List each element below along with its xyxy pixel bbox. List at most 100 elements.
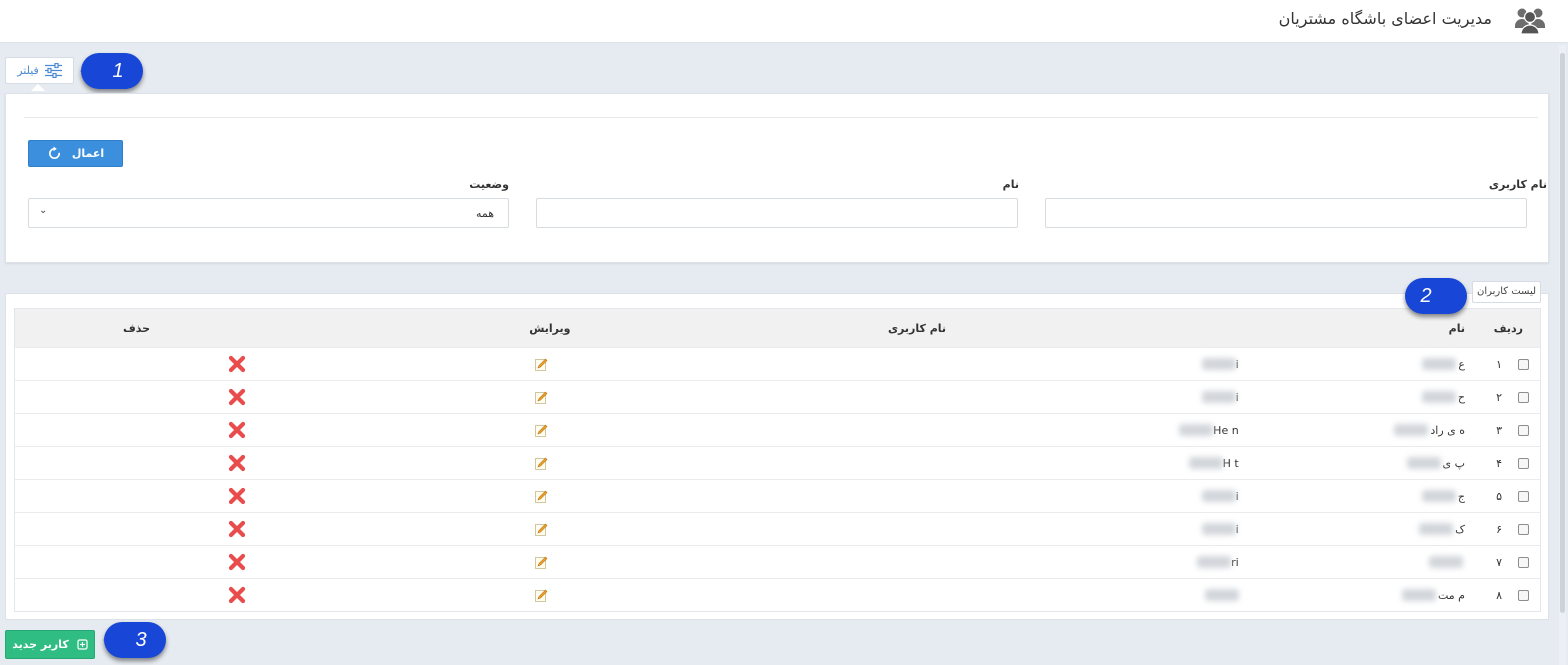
row-checkbox[interactable] bbox=[1518, 523, 1529, 535]
column-header-edit: ویرایش bbox=[529, 322, 571, 335]
edit-cell bbox=[418, 381, 822, 414]
apply-label: اعمال bbox=[71, 147, 105, 160]
delete-icon[interactable] bbox=[228, 520, 246, 538]
delete-cell bbox=[15, 381, 419, 414]
name-index-cell: ع ۱ bbox=[1241, 348, 1541, 381]
row-checkbox[interactable] bbox=[1518, 457, 1529, 469]
users-list-panel: حذف ویرایش نام کاربری نام ردیف i ع ۱ i ح… bbox=[5, 293, 1549, 620]
refresh-icon bbox=[48, 146, 60, 159]
row-index: ۵ bbox=[1496, 489, 1502, 503]
column-header-name: نام bbox=[1448, 322, 1465, 335]
callout-marker: 1 bbox=[80, 53, 143, 89]
row-checkbox[interactable] bbox=[1518, 358, 1529, 370]
users-list-tab: لیست کاربران bbox=[1472, 281, 1541, 303]
table-row: i ج ۵ bbox=[14, 479, 1541, 513]
edit-icon[interactable] bbox=[535, 589, 548, 602]
edit-cell bbox=[418, 348, 822, 381]
name-value: ع bbox=[1458, 357, 1465, 371]
edit-cell bbox=[418, 513, 822, 546]
name-filter-label: نام bbox=[1002, 178, 1019, 191]
delete-icon[interactable] bbox=[228, 355, 246, 373]
name-value: پ ی bbox=[1442, 456, 1465, 470]
table-row: م مت ۸ bbox=[14, 578, 1541, 612]
delete-cell bbox=[15, 579, 419, 612]
username-cell: i bbox=[822, 348, 1241, 381]
row-index: ۱ bbox=[1496, 357, 1502, 371]
column-header-name-row: نام ردیف bbox=[1241, 309, 1541, 348]
row-checkbox[interactable] bbox=[1518, 556, 1529, 568]
edit-icon[interactable] bbox=[535, 490, 548, 503]
delete-icon[interactable] bbox=[228, 388, 246, 406]
username-value: i bbox=[1235, 489, 1239, 503]
column-header-username: نام کاربری bbox=[887, 322, 947, 335]
status-select-value: همه bbox=[475, 207, 494, 220]
status-filter-label: وضعیت bbox=[469, 178, 509, 191]
username-cell: i bbox=[822, 513, 1241, 546]
row-index: ۳ bbox=[1496, 423, 1502, 437]
top-bar: مدیریت اعضای باشگاه مشتریان bbox=[0, 0, 1568, 43]
delete-icon[interactable] bbox=[228, 586, 246, 604]
status-select[interactable]: همه ⌄ bbox=[28, 198, 509, 228]
table-row: He n ه ی راد ۳ bbox=[14, 413, 1541, 447]
filter-tab-label: فیلتر bbox=[17, 64, 39, 77]
edit-cell bbox=[418, 480, 822, 513]
callout-marker: 3 bbox=[103, 622, 166, 658]
users-icon bbox=[1515, 8, 1545, 35]
delete-icon[interactable] bbox=[228, 553, 246, 571]
row-checkbox[interactable] bbox=[1518, 424, 1529, 436]
table-row: i ع ۱ bbox=[14, 347, 1541, 381]
edit-cell bbox=[418, 546, 822, 579]
delete-icon[interactable] bbox=[228, 454, 246, 472]
apply-button[interactable]: اعمال bbox=[28, 140, 123, 167]
username-value: i bbox=[1235, 357, 1239, 371]
name-value: ک bbox=[1455, 522, 1465, 536]
column-header-delete: حذف bbox=[123, 322, 151, 335]
name-index-cell: ه ی راد ۳ bbox=[1241, 414, 1541, 447]
edit-icon[interactable] bbox=[535, 556, 548, 569]
page-title: مدیریت اعضای باشگاه مشتریان bbox=[1278, 9, 1492, 28]
sliders-icon bbox=[44, 63, 62, 78]
name-value: ج bbox=[1457, 489, 1465, 503]
name-value: ه ی راد bbox=[1430, 423, 1465, 437]
edit-icon[interactable] bbox=[535, 358, 548, 371]
column-header-row: ردیف bbox=[1493, 322, 1523, 335]
username-cell: i bbox=[822, 381, 1241, 414]
name-index-cell: ح ۲ bbox=[1241, 381, 1541, 414]
name-index-cell: پ ی ۴ bbox=[1241, 447, 1541, 480]
chevron-down-icon: ⌄ bbox=[39, 205, 48, 216]
edit-cell bbox=[418, 447, 822, 480]
users-table: حذف ویرایش نام کاربری نام ردیف i ع ۱ i ح… bbox=[14, 308, 1541, 612]
edit-icon[interactable] bbox=[535, 457, 548, 470]
add-user-icon bbox=[77, 639, 88, 650]
delete-cell bbox=[15, 414, 419, 447]
row-checkbox[interactable] bbox=[1518, 589, 1529, 601]
name-value: م مت bbox=[1437, 588, 1465, 602]
username-value: i bbox=[1235, 522, 1239, 536]
delete-cell bbox=[15, 348, 419, 381]
delete-cell bbox=[15, 513, 419, 546]
edit-icon[interactable] bbox=[535, 391, 548, 404]
name-index-cell: ک ۶ bbox=[1241, 513, 1541, 546]
username-cell: ri bbox=[822, 546, 1241, 579]
new-user-button[interactable]: کاربر جدید bbox=[5, 630, 95, 659]
name-index-cell: ج ۵ bbox=[1241, 480, 1541, 513]
name-index-cell: م مت ۸ bbox=[1241, 579, 1541, 612]
edit-icon[interactable] bbox=[535, 523, 548, 536]
row-checkbox[interactable] bbox=[1518, 490, 1529, 502]
divider bbox=[24, 117, 1538, 118]
callout-marker: 2 bbox=[1401, 278, 1467, 314]
edit-cell bbox=[418, 579, 822, 612]
row-index: ۶ bbox=[1496, 522, 1502, 536]
username-value: i bbox=[1235, 390, 1239, 404]
filter-tab[interactable]: فیلتر bbox=[5, 57, 74, 84]
edit-icon[interactable] bbox=[535, 424, 548, 437]
page-scrollbar[interactable] bbox=[1559, 45, 1566, 665]
table-row: H t پ ی ۴ bbox=[14, 446, 1541, 480]
username-filter-input[interactable] bbox=[1045, 198, 1527, 228]
delete-cell bbox=[15, 447, 419, 480]
username-cell: H t bbox=[822, 447, 1241, 480]
row-checkbox[interactable] bbox=[1518, 391, 1529, 403]
name-filter-input[interactable] bbox=[536, 198, 1018, 228]
delete-icon[interactable] bbox=[228, 487, 246, 505]
delete-icon[interactable] bbox=[228, 421, 246, 439]
